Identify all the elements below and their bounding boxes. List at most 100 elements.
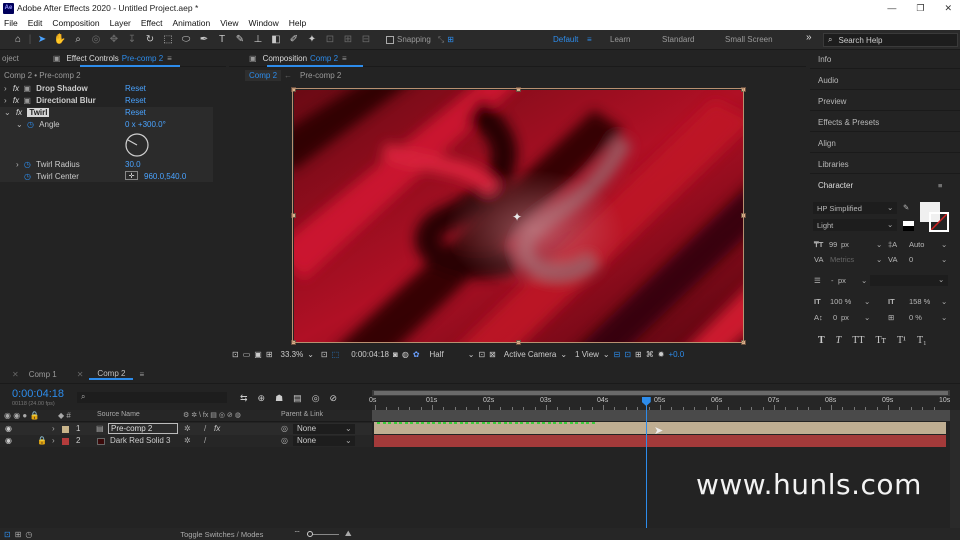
anchor-point-icon[interactable]: ✦ (512, 210, 522, 224)
angle-dial[interactable] (124, 132, 150, 158)
time-ruler[interactable]: 0s 01s 02s 03s 04s 05s 06s 07s 08s 09s 10s (369, 396, 950, 410)
stroke-color-swatch[interactable] (929, 212, 949, 232)
always-preview-icon[interactable]: ⊡ (232, 350, 239, 359)
menu-file[interactable]: File (4, 18, 18, 28)
toggle-pixel-icon[interactable]: ⊟ (614, 350, 621, 359)
expand-arrow-icon[interactable]: › (52, 436, 55, 445)
zoom-value[interactable]: 33.3% (281, 350, 304, 359)
fast-preview-icon[interactable]: ⊡ (624, 350, 631, 359)
dolly-camera-icon[interactable]: ↧ (124, 32, 140, 48)
snapping-toggle[interactable]: Snapping ⤡ ⊞ (386, 35, 454, 45)
tab-comp-1[interactable]: Comp 1 (29, 370, 57, 379)
effect-row-drop-shadow[interactable]: › fx ▣ Drop Shadow Reset (4, 84, 226, 93)
layer-name[interactable]: Dark Red Solid 3 (110, 436, 170, 445)
selection-tool-icon[interactable]: ➤ (34, 32, 50, 48)
shape-tool-icon[interactable]: ⬭ (178, 32, 194, 48)
menu-composition[interactable]: Composition (52, 18, 99, 28)
rotate-tool-icon[interactable]: ↻ (142, 32, 158, 48)
pick-whip-icon[interactable]: ◎ (281, 436, 288, 445)
crosshair-icon[interactable]: ✛ (125, 171, 138, 180)
zoom-tool-icon[interactable]: ⌕ (70, 32, 86, 48)
search-help-field[interactable]: ⌕ Search Help (823, 33, 958, 47)
workspace-standard[interactable]: Standard (662, 35, 694, 44)
tab-project[interactable]: oject (2, 54, 19, 63)
timeline-zoom-slider[interactable] (306, 530, 339, 537)
chevron-down-icon[interactable]: ⌄ (307, 350, 314, 359)
fx-icon[interactable]: fx (16, 108, 22, 117)
eraser-tool-icon[interactable]: ◧ (268, 32, 284, 48)
baseline-shift-value[interactable]: 0 (833, 313, 837, 322)
font-size-value[interactable]: 99 (829, 240, 837, 249)
layer-name[interactable]: Pre-comp 2 (108, 423, 178, 434)
flowchart-icon[interactable]: ⌘ (646, 350, 654, 359)
chevron-down-icon[interactable]: ⌄ (876, 240, 882, 249)
effects-switch-icon[interactable]: fx (214, 424, 220, 433)
quality-icon[interactable]: / (204, 424, 206, 433)
effect-row-twirl[interactable]: ⌄ fx Twirl Reset (4, 108, 226, 117)
quality-icon[interactable]: / (204, 436, 206, 445)
layer-row-2[interactable]: ◉ 🔒 › 2 Dark Red Solid 3 ✲ / ◎ None ⌄ (0, 435, 372, 447)
shy-layers-icon[interactable]: ☗ (275, 393, 283, 404)
panel-menu-icon[interactable]: ≡ (167, 54, 172, 63)
stopwatch-icon[interactable]: ◷ (24, 172, 31, 181)
lock-icon[interactable]: ▣ (249, 54, 257, 63)
tab-composition[interactable]: Composition (263, 54, 307, 63)
superscript-button[interactable]: T¹ (897, 335, 906, 346)
motion-blur-icon[interactable]: ◎ (312, 393, 320, 404)
workspace-overflow-icon[interactable]: » (806, 32, 812, 43)
workspace-menu-icon[interactable]: ≡ (587, 35, 592, 44)
timeline-current-time[interactable]: 0:00:04:18 (12, 388, 64, 400)
workspace-small-screen[interactable]: Small Screen (725, 35, 773, 44)
font-style-dropdown[interactable]: Light ⌄ (813, 219, 897, 231)
zoom-out-icon[interactable]: ⌔ (293, 529, 301, 539)
draft-3d-icon[interactable]: ⊕ (258, 393, 266, 404)
region-icon[interactable]: ⬚ (332, 350, 340, 359)
effect-row-directional-blur[interactable]: › fx ▣ Directional Blur Reset (4, 96, 226, 105)
view-layout-value[interactable]: 1 View (575, 350, 599, 359)
exposure-value[interactable]: +0.0 (668, 350, 684, 359)
chevron-down-icon[interactable]: ⌄ (864, 297, 870, 306)
layer-row-1[interactable]: ◉ › 1 ▤ Pre-comp 2 ✲ / fx ◎ None ⌄ (0, 423, 372, 435)
stroke-width-value[interactable]: - (831, 276, 834, 285)
type-tool-icon[interactable]: T (214, 32, 230, 48)
vertical-scale-value[interactable]: 100 % (830, 297, 851, 306)
tab-comp-2[interactable]: Comp 2 (89, 369, 134, 380)
visibility-eye-icon[interactable]: ◉ (5, 436, 12, 445)
pan-camera-icon[interactable]: ✥ (106, 32, 122, 48)
lock-icon[interactable]: ▣ (53, 54, 61, 63)
resolution-value[interactable]: Half (430, 350, 444, 359)
home-icon[interactable]: ⌂ (10, 32, 26, 48)
panel-align[interactable]: Align (818, 139, 836, 148)
menu-layer[interactable]: Layer (110, 18, 131, 28)
hand-tool-icon[interactable]: ✋ (52, 32, 68, 48)
work-area-range[interactable] (374, 391, 948, 395)
collapse-transform-icon[interactable]: ✲ (184, 424, 191, 433)
faux-italic-button[interactable]: T (836, 335, 842, 346)
expand-arrow-icon[interactable]: › (52, 424, 55, 433)
fx-icon[interactable]: fx (13, 96, 19, 105)
chevron-down-icon[interactable]: ⌄ (941, 297, 947, 306)
menu-help[interactable]: Help (289, 18, 306, 28)
label-color-swatch[interactable] (62, 426, 69, 433)
tracking-value[interactable]: 0 (909, 255, 913, 264)
collapse-arrow-icon[interactable]: ⌄ (16, 120, 23, 129)
color-channels-icon[interactable]: ✿ (413, 350, 420, 359)
close-icon[interactable]: ✕ (944, 3, 952, 14)
expand-arrow-icon[interactable]: › (4, 84, 7, 93)
panel-menu-icon[interactable]: ≡ (342, 54, 347, 63)
chevron-down-icon[interactable]: ⌄ (876, 255, 882, 264)
timeline-scrollbar[interactable] (950, 410, 960, 530)
zoom-in-icon[interactable]: ⛰ (345, 529, 352, 539)
panel-menu-icon[interactable]: ≡ (938, 181, 942, 190)
timeline-icon[interactable]: ⊞ (635, 350, 642, 359)
roto-brush-icon[interactable]: ✐ (286, 32, 302, 48)
camera-snapshot-icon[interactable]: ◙ (393, 350, 398, 359)
puppet-tool-icon[interactable]: ✦ (304, 32, 320, 48)
menu-window[interactable]: Window (249, 18, 279, 28)
fx-icon[interactable]: fx (13, 84, 19, 93)
workspace-default[interactable]: Default (553, 35, 578, 44)
restore-icon[interactable]: ❐ (916, 3, 924, 14)
transfer-controls-icon[interactable]: ⊞ (15, 530, 22, 539)
reset-button[interactable]: Reset (125, 108, 146, 117)
label-color-swatch[interactable] (62, 438, 69, 445)
